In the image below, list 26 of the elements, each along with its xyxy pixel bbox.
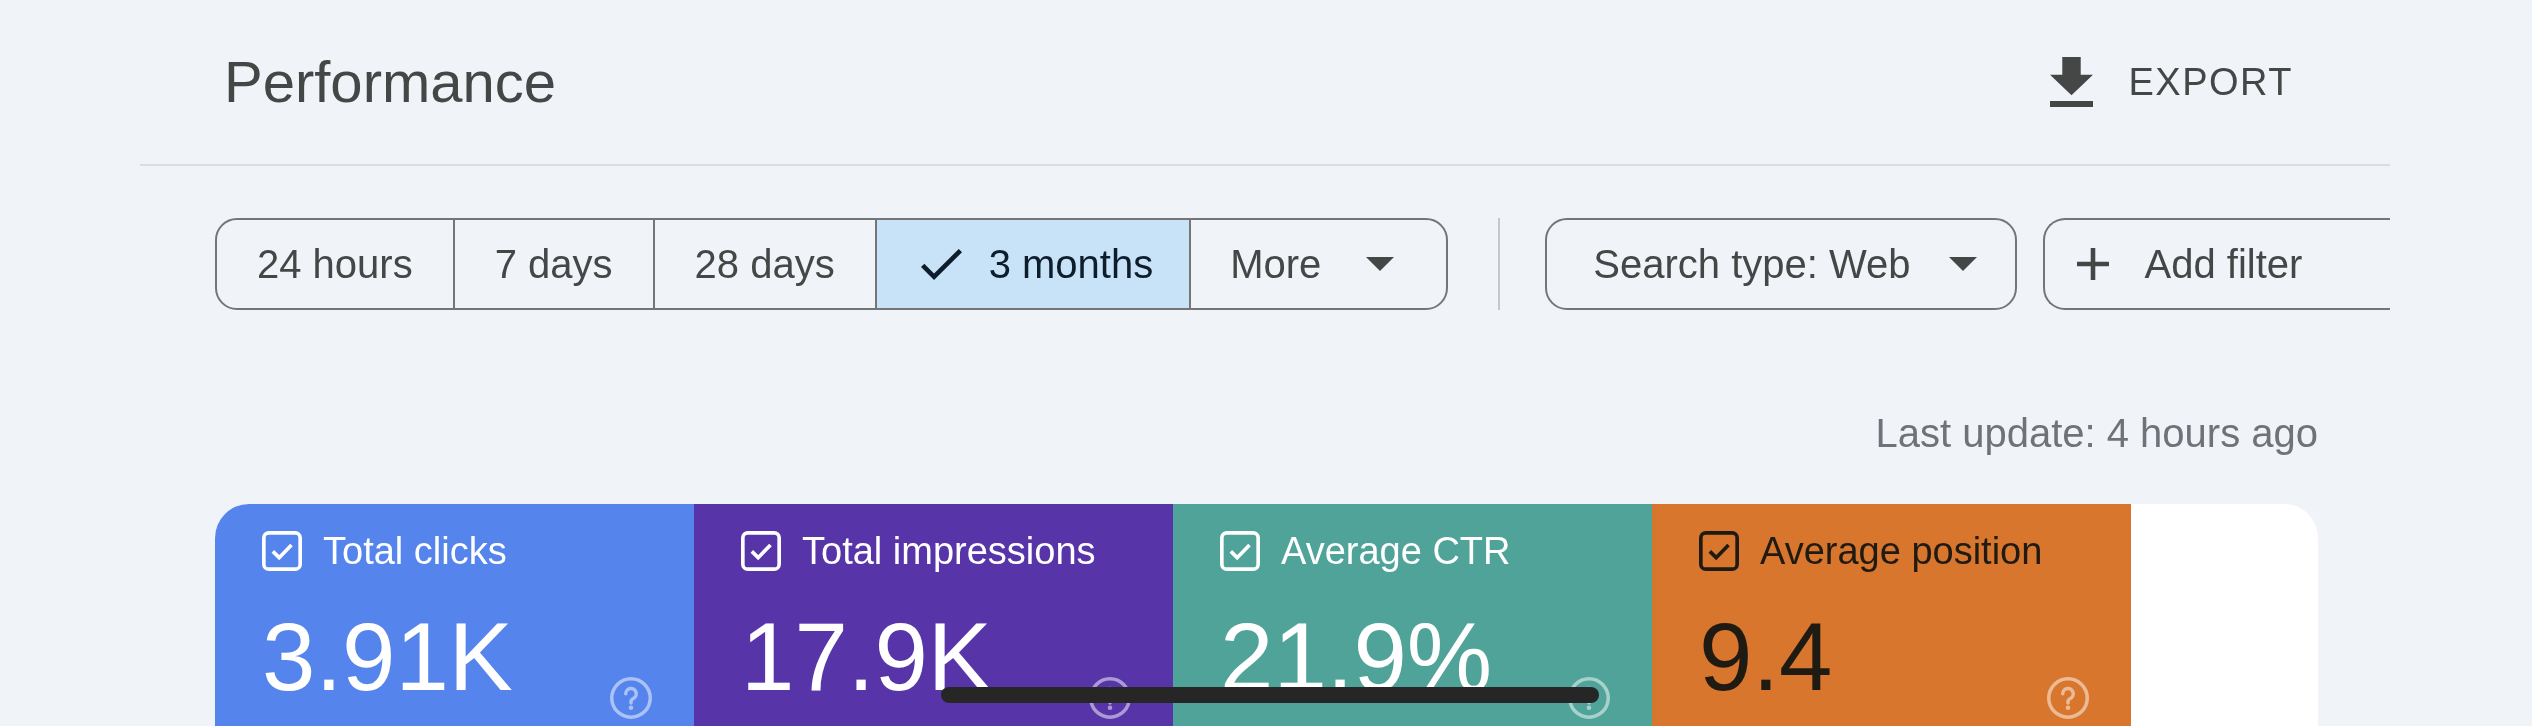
metric-label: Average position (1760, 529, 2043, 573)
page-title: Performance (224, 48, 557, 117)
metric-tile[interactable]: Average position 9.4 (1652, 504, 2131, 726)
date-range-tab[interactable]: 3 months (874, 220, 1190, 308)
metric-value: 17.9K (741, 609, 992, 705)
caret-icon (1948, 257, 1977, 271)
metric-tile[interactable]: Total impressions 17.9K (694, 504, 1173, 726)
download-icon (2050, 57, 2094, 107)
caret-icon (1366, 257, 1395, 271)
date-range-tab[interactable]: 7 days (452, 220, 653, 308)
export-button[interactable]: EXPORT (2038, 51, 2305, 113)
metric-checkbox[interactable] (1699, 531, 1739, 571)
help-icon[interactable] (1568, 677, 1610, 719)
add-filter-button[interactable]: Add filter (2042, 218, 2390, 310)
metric-label: Average CTR (1281, 529, 1511, 573)
metric-label: Total impressions (802, 529, 1096, 573)
metric-label: Total clicks (323, 529, 507, 573)
check-icon (920, 248, 962, 280)
search-type-dropdown[interactable]: Search type: Web (1545, 218, 2017, 310)
plus-icon (2076, 248, 2109, 280)
more-dropdown[interactable]: More (1189, 220, 1447, 308)
metric-value: 9.4 (1699, 609, 1833, 705)
last-update-text: Last update: 4 hours ago (1875, 410, 2318, 457)
help-icon[interactable] (1089, 677, 1131, 719)
metric-value: 3.91K (262, 609, 513, 705)
date-range-tab[interactable]: 24 hours (217, 220, 453, 308)
